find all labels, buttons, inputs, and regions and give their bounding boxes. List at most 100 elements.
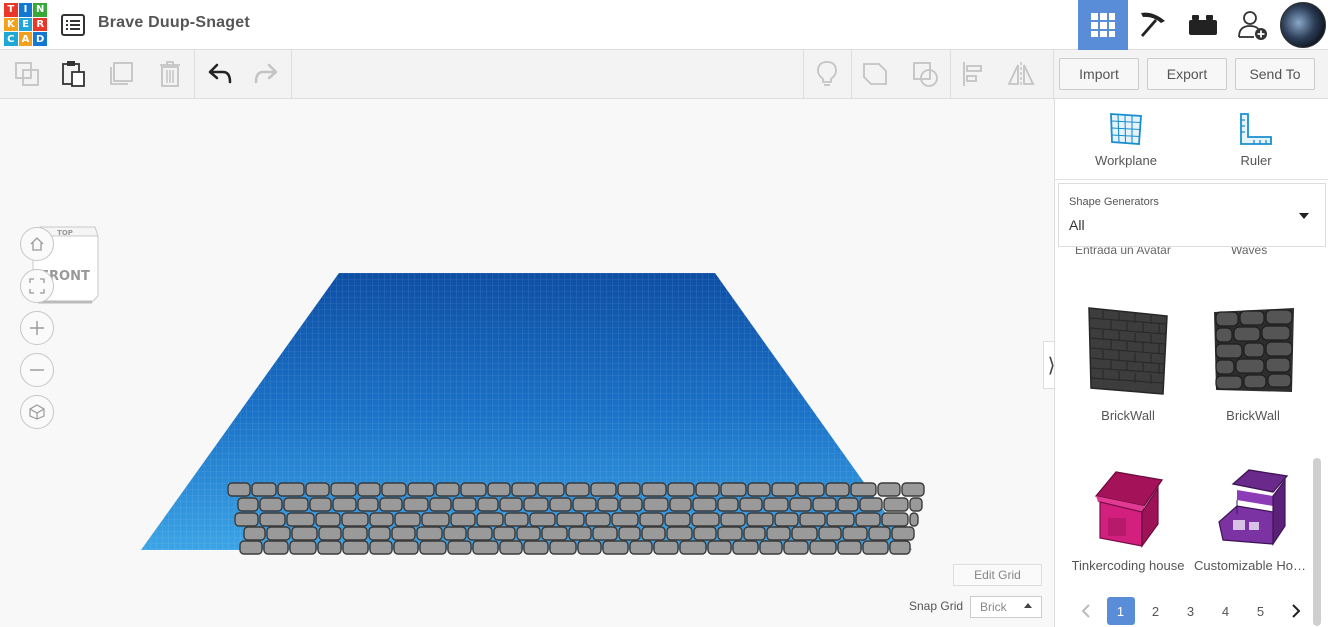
- blocks-view-button[interactable]: [1128, 0, 1178, 50]
- wall-stone: [641, 482, 667, 497]
- workplane-label: Workplane: [1095, 153, 1157, 168]
- edit-grid-button[interactable]: Edit Grid: [953, 564, 1042, 586]
- wall-stone: [590, 482, 617, 497]
- invite-user-button[interactable]: [1228, 0, 1278, 50]
- user-avatar-button[interactable]: [1278, 0, 1328, 50]
- redo-button[interactable]: [243, 50, 289, 98]
- paste-icon: [62, 61, 85, 87]
- wall-stone: [407, 482, 435, 497]
- wall-stone: [837, 540, 862, 555]
- wall-stone: [707, 540, 732, 555]
- wall-stone: [227, 482, 251, 497]
- perspective-toggle-button[interactable]: [20, 395, 54, 429]
- undo-button[interactable]: [197, 50, 243, 98]
- wall-stone: [369, 540, 393, 555]
- wall-stone: [237, 497, 259, 512]
- wall-stone: [511, 482, 537, 497]
- 3d-design-view-button[interactable]: [1078, 0, 1128, 50]
- wall-stone: [597, 497, 619, 512]
- shape-label: BrickWall: [1101, 408, 1155, 423]
- page-button[interactable]: 2: [1138, 596, 1173, 626]
- top-navigation: [1078, 0, 1328, 50]
- view-cube-top-label[interactable]: TOP: [57, 229, 73, 237]
- bricks-view-button[interactable]: [1178, 0, 1228, 50]
- wall-stone: [717, 497, 739, 512]
- redo-icon: [254, 63, 278, 84]
- wall-stone: [251, 482, 277, 497]
- wall-stone: [881, 512, 909, 527]
- wall-stone: [341, 512, 369, 527]
- wall-stone: [309, 497, 332, 512]
- wall-stone: [592, 526, 618, 541]
- align-button[interactable]: [950, 50, 996, 98]
- wall-stone: [499, 497, 523, 512]
- mirror-icon: [1007, 62, 1035, 86]
- wall-stone: [493, 526, 516, 541]
- ruler-tool[interactable]: Ruler: [1206, 111, 1306, 168]
- wall-stone: [877, 482, 901, 497]
- design-list-button[interactable]: [60, 12, 86, 38]
- page-button[interactable]: 5: [1243, 596, 1278, 626]
- design-title[interactable]: Brave Duup-Snaget: [98, 14, 250, 32]
- ungroup-icon: [913, 62, 938, 87]
- send-to-button[interactable]: Send To: [1235, 58, 1315, 90]
- wall-stone: [868, 526, 891, 541]
- next-page-button[interactable]: [1278, 596, 1313, 626]
- group-button[interactable]: [852, 50, 898, 98]
- fit-view-button[interactable]: [20, 269, 54, 303]
- wall-stone: [537, 482, 565, 497]
- delete-button[interactable]: [147, 50, 193, 98]
- chevron-right-icon: [1291, 604, 1300, 618]
- 3d-viewport[interactable]: TOP FRONT Edit Grid Snap Grid Brick ⟩: [0, 99, 1054, 627]
- snap-grid-value: Brick: [980, 600, 1007, 614]
- paste-button[interactable]: [50, 50, 96, 98]
- workplane-scene[interactable]: [0, 99, 1054, 627]
- logo-letter: A: [18, 32, 33, 46]
- wall-stone: [277, 482, 305, 497]
- home-view-button[interactable]: [20, 227, 54, 261]
- wall-stone: [747, 482, 771, 497]
- page-button[interactable]: 3: [1173, 596, 1208, 626]
- snap-grid-select[interactable]: Brick: [970, 596, 1042, 618]
- brick-wall-shape[interactable]: [227, 482, 925, 555]
- edit-toolbar: Import Export Send To: [0, 50, 1328, 99]
- shape-item-brickwall[interactable]: BrickWall: [1068, 302, 1188, 423]
- toolbar-divider: [291, 50, 292, 98]
- wall-stone: [499, 540, 523, 555]
- snap-grid-label: Snap Grid: [909, 599, 964, 613]
- wall-stone: [421, 512, 450, 527]
- undo-icon: [208, 63, 232, 84]
- wall-stone: [812, 497, 837, 512]
- page-button[interactable]: 1: [1103, 596, 1138, 626]
- page-button[interactable]: 4: [1208, 596, 1243, 626]
- copy-button[interactable]: [4, 50, 50, 98]
- wall-stone: [759, 540, 783, 555]
- shape-label: Customizable House: [1194, 558, 1312, 573]
- clipped-shape-label: Waves: [1231, 247, 1268, 257]
- duplicate-button[interactable]: [98, 50, 144, 98]
- workplane-tool[interactable]: Workplane: [1076, 111, 1176, 168]
- shape-item-customizable-house[interactable]: Customizable House: [1193, 466, 1313, 573]
- wall-stone: [393, 540, 419, 555]
- zoom-in-button[interactable]: [20, 311, 54, 345]
- wall-stone: [743, 526, 766, 541]
- shape-item-tinkercoding-house[interactable]: Tinkercoding house: [1068, 466, 1188, 573]
- group-icon: [863, 63, 887, 85]
- tinkercad-logo[interactable]: T I N K E R C A D: [4, 3, 47, 46]
- shape-generators-dropdown[interactable]: Shape Generators All: [1058, 183, 1326, 247]
- wall-stone: [541, 526, 568, 541]
- wall-stone: [318, 526, 342, 541]
- export-button[interactable]: Export: [1147, 58, 1227, 90]
- import-button[interactable]: Import: [1059, 58, 1139, 90]
- zoom-out-button[interactable]: [20, 353, 54, 387]
- panel-scrollbar[interactable]: [1313, 458, 1321, 626]
- notes-button[interactable]: [804, 50, 850, 98]
- shape-item-brickwall-stone[interactable]: BrickWall: [1193, 302, 1313, 423]
- add-user-icon: [1238, 11, 1267, 40]
- ungroup-button[interactable]: [902, 50, 948, 98]
- mirror-button[interactable]: [998, 50, 1044, 98]
- previous-page-button[interactable]: [1068, 596, 1103, 626]
- collapse-panel-button[interactable]: ⟩: [1043, 341, 1054, 389]
- page-number: 5: [1256, 603, 1265, 619]
- plus-icon: [30, 321, 44, 335]
